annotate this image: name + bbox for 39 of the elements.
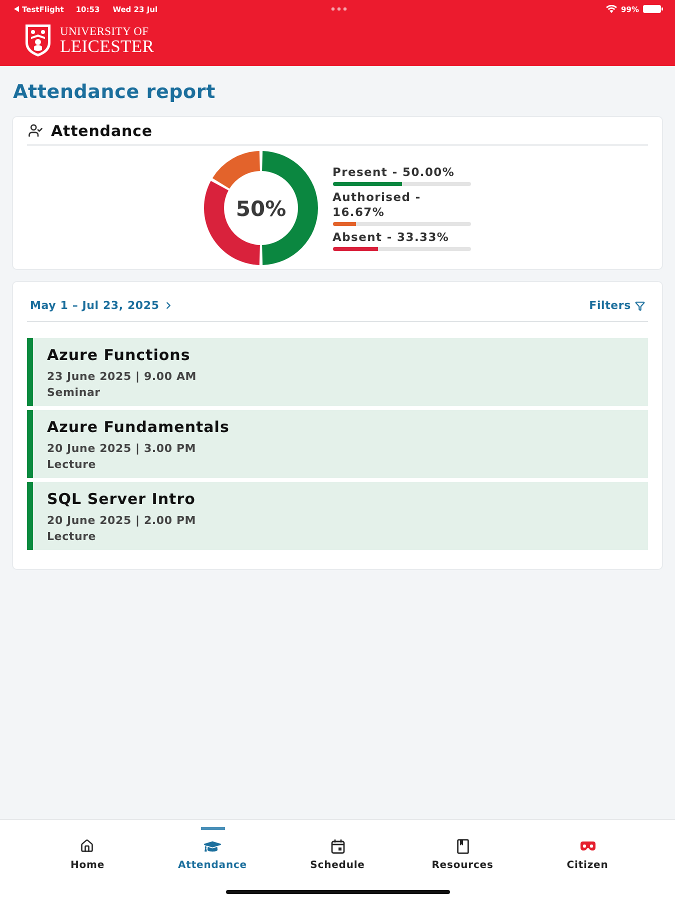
battery-icon — [643, 5, 663, 13]
crest-icon — [25, 24, 51, 56]
session-date: 23 June 2025 | 9.00 AM — [47, 369, 197, 385]
user-check-icon — [28, 123, 43, 138]
tab-button[interactable]: Home — [70, 827, 105, 872]
page-title: Attendance report — [13, 80, 216, 104]
goggles-icon — [580, 841, 596, 851]
logo-text: UNIVERSITY OF — [60, 26, 150, 38]
filter-icon — [635, 300, 645, 310]
selected-tab-indicator — [200, 827, 224, 830]
session-type: Lecture — [47, 529, 96, 545]
donut-center-label: 50% — [235, 197, 286, 221]
tab-button[interactable]: Citizen — [566, 827, 608, 872]
calendar-icon — [330, 838, 344, 854]
legend-label: Present - 50.00% — [332, 165, 455, 180]
book-icon — [456, 838, 468, 854]
session-type: Lecture — [47, 457, 96, 473]
session-card[interactable]: SQL Server Intro 20 June 2025 | 2.00 PM Lecture — [27, 482, 648, 550]
session-title: SQL Server Intro — [47, 490, 196, 509]
session-card[interactable]: Azure Fundamentals 20 June 2025 | 3.00 PM Lecture — [27, 410, 648, 478]
tab-button[interactable]: Attendance — [178, 827, 247, 872]
filters-button[interactable]: Filters — [586, 299, 648, 312]
home-icon — [80, 839, 94, 853]
wifi-icon — [606, 5, 618, 13]
session-date: 20 June 2025 | 3.00 PM — [47, 441, 196, 457]
session-card[interactable]: Azure Functions 23 June 2025 | 9.00 AM Seminar — [27, 338, 648, 406]
tab-button[interactable]: Schedule — [310, 827, 365, 872]
back-arrow-icon[interactable] — [14, 6, 19, 12]
legend-label: Absent - 33.33% — [332, 230, 450, 245]
legend-label: Authorised - 16.67% — [332, 190, 422, 220]
tab-button[interactable]: Resources — [432, 827, 494, 872]
session-title: Azure Fundamentals — [47, 418, 230, 437]
session-type: Seminar — [47, 385, 100, 401]
logo-text: LEICESTER — [60, 38, 154, 54]
card-title: Attendance — [51, 122, 152, 140]
three-dots-icon[interactable] — [330, 7, 346, 11]
session-date: 20 June 2025 | 2.00 PM — [47, 513, 196, 529]
date-range-button[interactable]: May 1 – Jul 23, 2025 — [27, 299, 178, 312]
session-title: Azure Functions — [47, 346, 190, 365]
